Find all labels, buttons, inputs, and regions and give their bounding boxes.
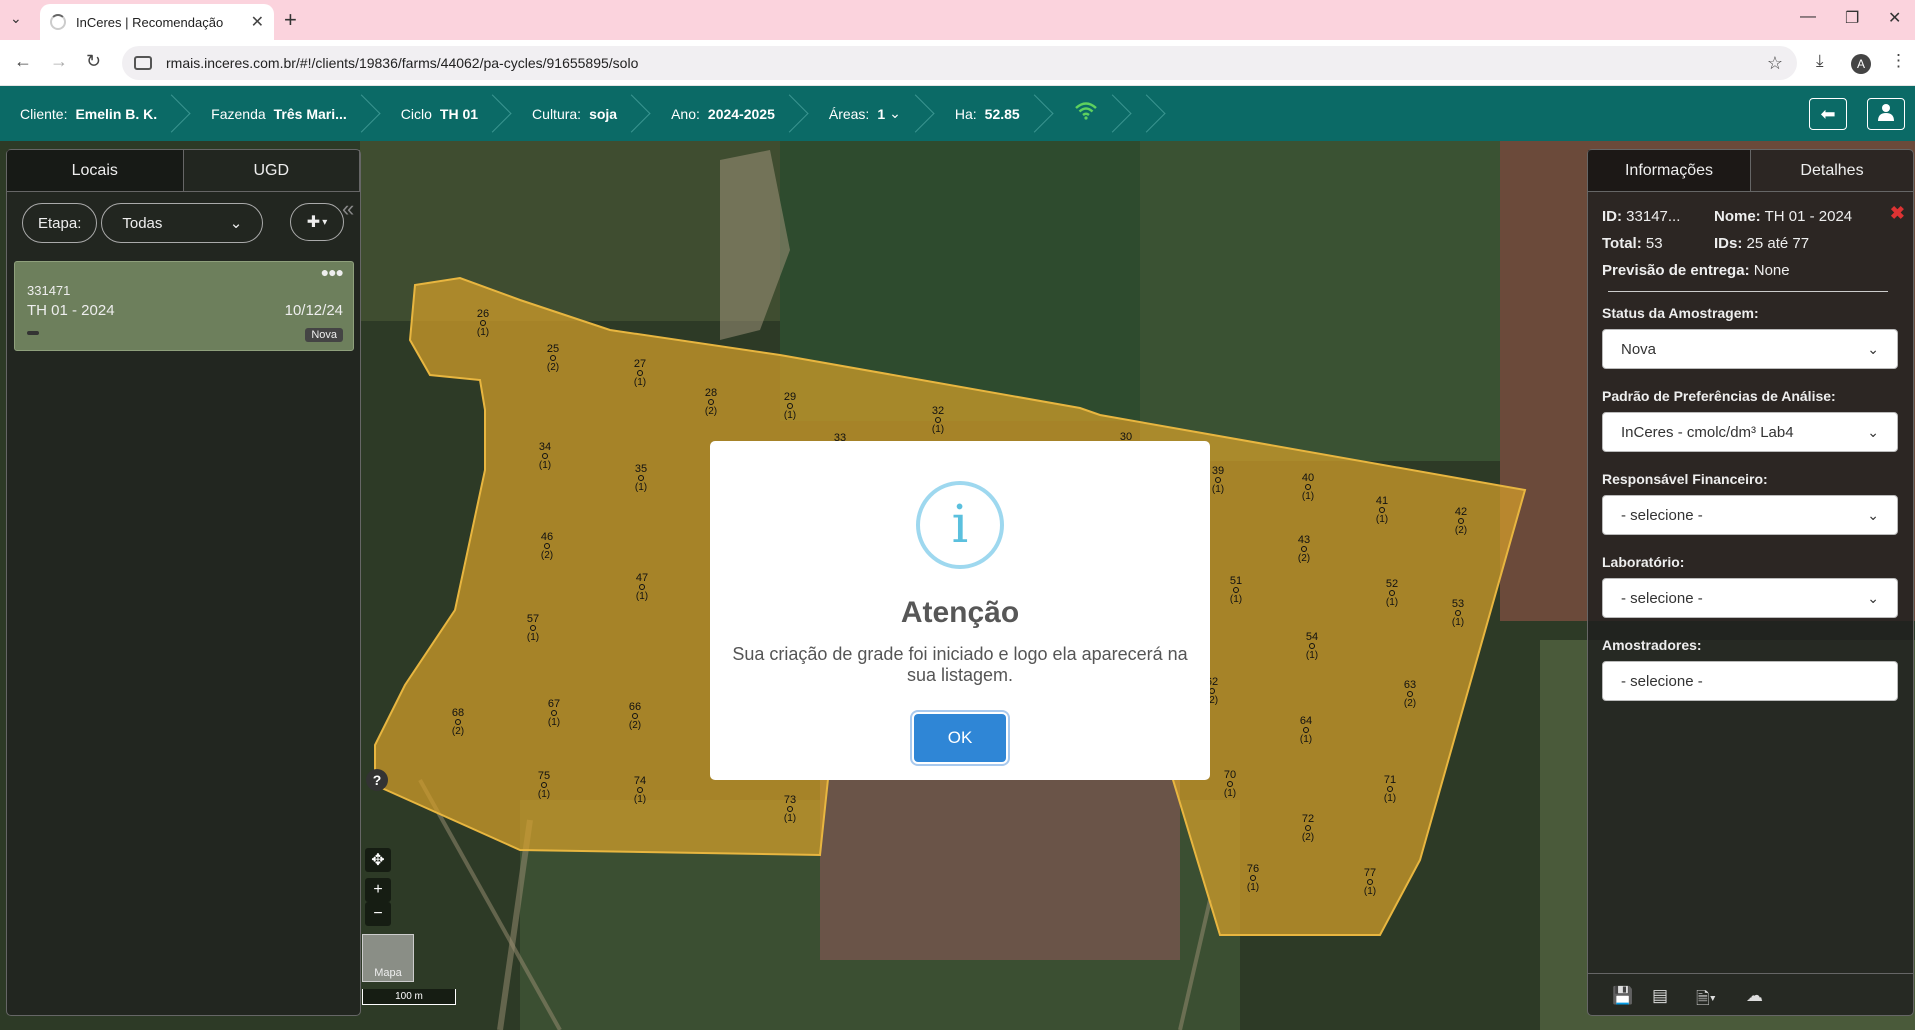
info-icon-glyph: i xyxy=(951,495,969,555)
dialog-message: Sua criação de grade foi iniciado e logo… xyxy=(732,644,1188,685)
alert-dialog: i Atenção Sua criação de grade foi inici… xyxy=(710,441,1210,780)
info-icon: i xyxy=(916,481,1004,569)
ok-button[interactable]: OK xyxy=(914,714,1006,762)
modal-overlay: i Atenção Sua criação de grade foi inici… xyxy=(0,0,1915,1030)
dialog-title: Atenção xyxy=(900,596,1020,629)
